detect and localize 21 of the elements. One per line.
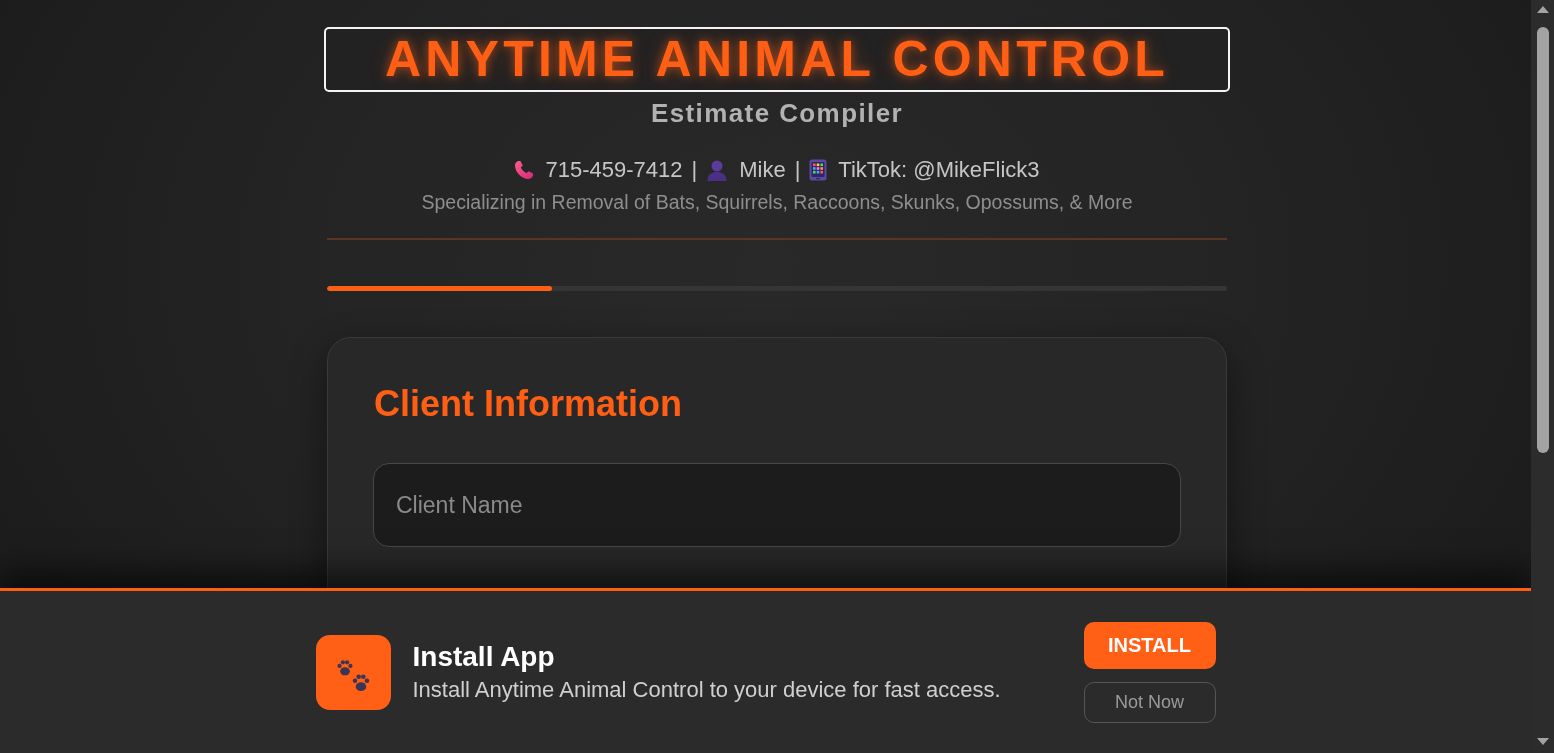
scrollbar-thumb[interactable] [1536, 27, 1549, 453]
banner-description: Install Anytime Animal Control to your device for fast access. [412, 678, 1002, 702]
separator: | [794, 157, 801, 183]
scroll-up-icon[interactable] [1536, 6, 1549, 13]
contact-name: Mike [739, 157, 786, 183]
section-heading: Client Information [374, 385, 683, 423]
page-subtitle: Estimate Compiler [649, 98, 905, 128]
input-field[interactable]: Client Name [373, 463, 1181, 547]
scroll-down-icon[interactable] [1536, 738, 1549, 745]
person-icon [706, 159, 729, 181]
banner-title: Install App [412, 642, 556, 672]
separator: | [691, 157, 698, 183]
install-button[interactable]: INSTALL [1083, 621, 1216, 669]
paw-prints-icon [315, 634, 391, 710]
app-title: ANYTIME ANIMAL CONTROL [324, 27, 1230, 92]
dismiss-button[interactable]: Not Now [1083, 681, 1216, 723]
phone-icon [514, 160, 535, 180]
tagline: Specializing in Removal of Bats, Squirrels, Raccoons, Skunks, Opossums, & More [420, 191, 1134, 213]
phone-number: 715-459-7412 [545, 157, 683, 183]
mobile-phone-icon [809, 159, 828, 181]
social-handle: TikTok: @MikeFlick3 [838, 157, 1040, 183]
